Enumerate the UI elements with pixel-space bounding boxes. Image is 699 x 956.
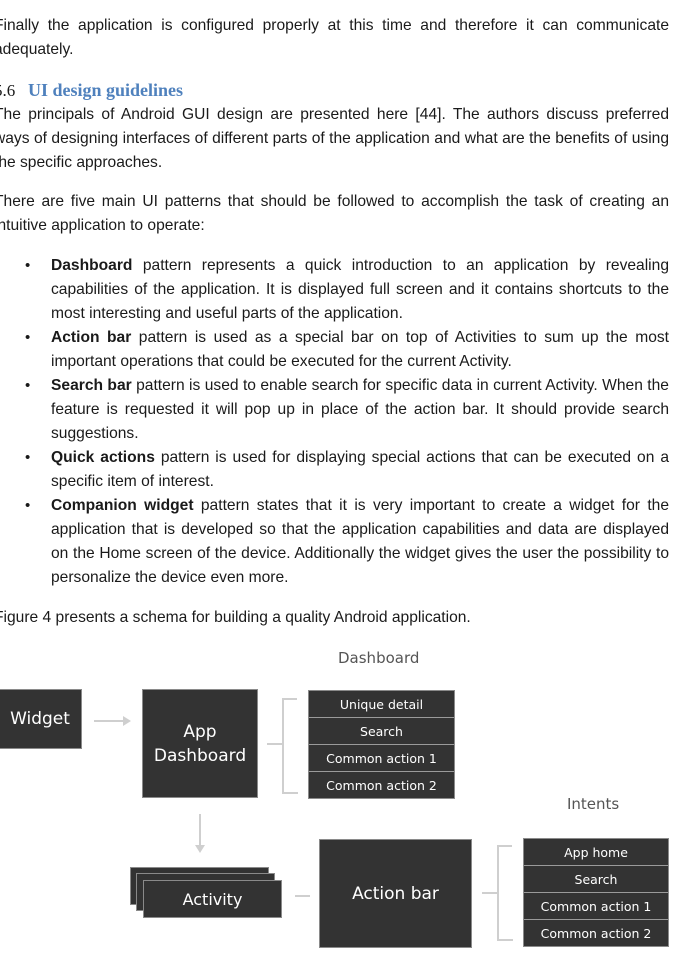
dashboard-caption: Dashboard [338,649,420,667]
intent-item: Common action 1 [524,893,668,920]
widget-label: Widget [10,709,70,729]
dashboard-item: Common action 1 [309,745,454,772]
action-bar-box: Action bar [319,839,472,948]
activity-label: Activity [182,889,243,909]
activity-card-front: Activity [143,880,282,918]
app-dashboard-label-line1: App [183,721,217,742]
bracket-bottom-tick [497,939,513,941]
bracket-stem [267,743,283,745]
bracket-bottom-tick [282,792,298,794]
dashboard-item: Common action 2 [326,778,437,793]
dashboard-items-list: Unique detail Search Common action 1 Com… [308,690,455,799]
arrow-head-down-icon [195,845,205,853]
arrow-dashboard-to-activity [199,814,201,846]
bracket-top-tick [497,845,512,847]
bracket-spine [282,698,284,794]
widget-box: Widget [0,689,82,749]
dashboard-item: Search [309,718,454,745]
app-dashboard-box: App Dashboard [142,689,258,798]
dashboard-item: Unique detail [309,691,454,718]
action-bar-label: Action bar [352,883,439,904]
intent-item: Common action 2 [540,926,652,941]
intent-item: Search [524,866,668,893]
connector-activity-action-bar [295,895,310,897]
arrow-head-right-icon [123,716,131,726]
intents-items-list: App home Search Common action 1 Common a… [523,838,669,947]
bracket-stem [482,892,498,894]
arrow-widget-to-dashboard [94,720,124,722]
intent-item: App home [524,839,668,866]
intents-caption: Intents [567,795,620,813]
bracket-spine [497,845,499,941]
android-app-schema-diagram: Dashboard Widget App Dashboard Unique de… [0,0,699,956]
bracket-top-tick [282,698,297,700]
app-dashboard-label-line2: Dashboard [153,745,247,766]
